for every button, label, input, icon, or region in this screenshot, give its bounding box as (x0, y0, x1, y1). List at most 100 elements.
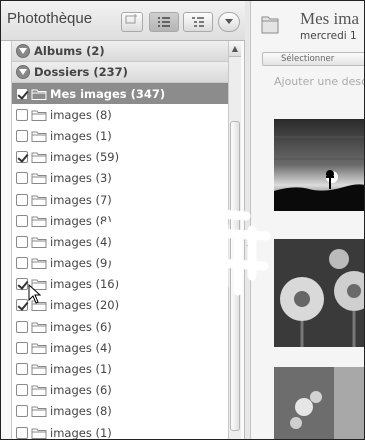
folder-checkbox[interactable] (16, 172, 28, 185)
panel-splitter[interactable]: ◂ (245, 1, 251, 439)
folder-label: images (8) (50, 107, 112, 122)
list-view-button[interactable] (149, 12, 179, 32)
albums-section[interactable]: Albums (2) (12, 41, 229, 62)
photo-thumbnail-sunset[interactable] (274, 119, 365, 211)
folder-label: images (4) (50, 234, 112, 249)
scroll-thumb[interactable] (230, 121, 240, 431)
folder-item[interactable]: images (1) (12, 422, 229, 440)
folder-label: images (20) (50, 298, 120, 313)
collapse-icon[interactable] (16, 65, 30, 79)
folder-icon (31, 364, 47, 376)
folder-item[interactable]: images (3) (12, 168, 229, 189)
folder-item[interactable]: Mes images (347) (12, 83, 229, 105)
folder-item[interactable]: images (16) (12, 274, 229, 295)
folder-icon (31, 195, 47, 206)
folder-item[interactable]: images (20) (12, 295, 229, 316)
folder-label: images (16) (50, 277, 120, 292)
folder-label: images (1) (50, 425, 112, 440)
folder-checkbox[interactable] (16, 341, 28, 354)
photo-thumbnail-flowers[interactable] (274, 367, 365, 440)
photo-library-window: Photothèque Albums (2) Dossiers (237) Me… (0, 0, 365, 440)
sidebar-title: Photothèque (7, 10, 93, 27)
folder-label: images (3) (50, 171, 112, 186)
folder-checkbox[interactable] (16, 426, 28, 439)
folder-icon (31, 131, 47, 142)
folder-title: Mes ima (300, 9, 360, 28)
folder-icon (31, 237, 47, 248)
folder-icon (31, 406, 47, 418)
folder-checkbox[interactable] (16, 299, 28, 312)
folder-checkbox[interactable] (16, 257, 28, 270)
sidebar-scrollbar[interactable]: ▲ (228, 41, 241, 439)
folder-icon (31, 89, 47, 100)
folder-icon (31, 428, 47, 439)
add-folder-button[interactable] (121, 12, 143, 32)
description-field[interactable]: Ajouter une desc (274, 75, 364, 88)
folder-checkbox[interactable] (16, 87, 28, 100)
folder-item[interactable]: images (9) (12, 253, 229, 274)
folder-label: images (9) (50, 256, 112, 271)
content-panel: Mes ima mercredi 1 Sélectionner Ajouter … (252, 1, 365, 440)
photo-thumbnail-dandelions[interactable] (274, 239, 365, 347)
folder-label: images (8) (50, 404, 112, 419)
folder-icon (31, 322, 47, 333)
chevron-down-icon (224, 16, 234, 29)
sidebar-toolbar: Photothèque (1, 1, 245, 41)
folder-checkbox[interactable] (16, 214, 28, 227)
folder-label: images (59) (50, 150, 120, 165)
folder-item[interactable]: images (1) (12, 358, 229, 379)
folder-item[interactable]: images (8) (12, 401, 229, 422)
folders-section[interactable]: Dossiers (237) (12, 62, 229, 83)
folder-item[interactable]: images (6) (12, 380, 229, 401)
list-view-icon (156, 17, 172, 31)
folder-label: images (8) (50, 213, 112, 228)
folder-tree: Albums (2) Dossiers (237) Mes images (34… (11, 41, 229, 440)
folder-label: images (6) (50, 383, 112, 398)
folder-checkbox[interactable] (16, 129, 28, 142)
folder-label: Mes images (347) (50, 86, 166, 101)
folder-list: Mes images (347) images (8) images (1) imag… (12, 83, 229, 440)
folder-item[interactable]: images (4) (12, 337, 229, 358)
collapse-icon[interactable] (16, 44, 30, 58)
folders-section-label: Dossiers (237) (34, 65, 128, 79)
folder-label: images (6) (50, 319, 112, 334)
folder-label: images (7) (50, 192, 112, 207)
folder-checkbox[interactable] (16, 405, 28, 418)
folder-icon (31, 343, 47, 354)
folder-checkbox[interactable] (16, 363, 28, 376)
folder-icon (31, 110, 47, 121)
folder-icon (31, 385, 47, 397)
folder-checkbox[interactable] (16, 108, 28, 121)
folder-date: mercredi 1 (300, 30, 357, 42)
add-folder-icon (125, 14, 139, 28)
detail-view-button[interactable] (183, 12, 213, 32)
folder-item[interactable]: images (59) (12, 147, 229, 168)
folder-checkbox[interactable] (16, 151, 28, 164)
folder-checkbox[interactable] (16, 278, 28, 291)
folder-checkbox[interactable] (16, 235, 28, 248)
folder-checkbox[interactable] (16, 193, 28, 206)
folder-label: images (1) (50, 128, 112, 143)
mouse-cursor-icon (28, 284, 42, 304)
folder-item[interactable]: images (7) (12, 189, 229, 210)
select-button[interactable]: Sélectionner (262, 52, 364, 66)
folder-label: images (4) (50, 340, 112, 355)
scroll-up-button[interactable]: ▲ (229, 41, 241, 57)
folder-item[interactable]: images (8) (12, 104, 229, 125)
folder-label: images (1) (50, 362, 112, 377)
folder-item[interactable]: images (1) (12, 125, 229, 146)
sidebar-menu-button[interactable] (218, 12, 240, 32)
folder-item[interactable]: images (4) (12, 231, 229, 252)
detail-view-icon (190, 17, 206, 31)
folder-icon (31, 216, 47, 227)
folder-item[interactable]: images (6) (12, 316, 229, 337)
folder-icon (31, 258, 47, 270)
folder-checkbox[interactable] (16, 320, 28, 333)
grip-icon: ◂ (246, 241, 251, 251)
library-sidebar: Photothèque Albums (2) Dossiers (237) Me… (1, 1, 245, 440)
folder-checkbox[interactable] (16, 384, 28, 397)
folder-icon (261, 16, 279, 34)
albums-section-label: Albums (2) (34, 44, 105, 58)
folder-item[interactable]: images (8) (12, 210, 229, 231)
folder-icon (31, 173, 47, 185)
